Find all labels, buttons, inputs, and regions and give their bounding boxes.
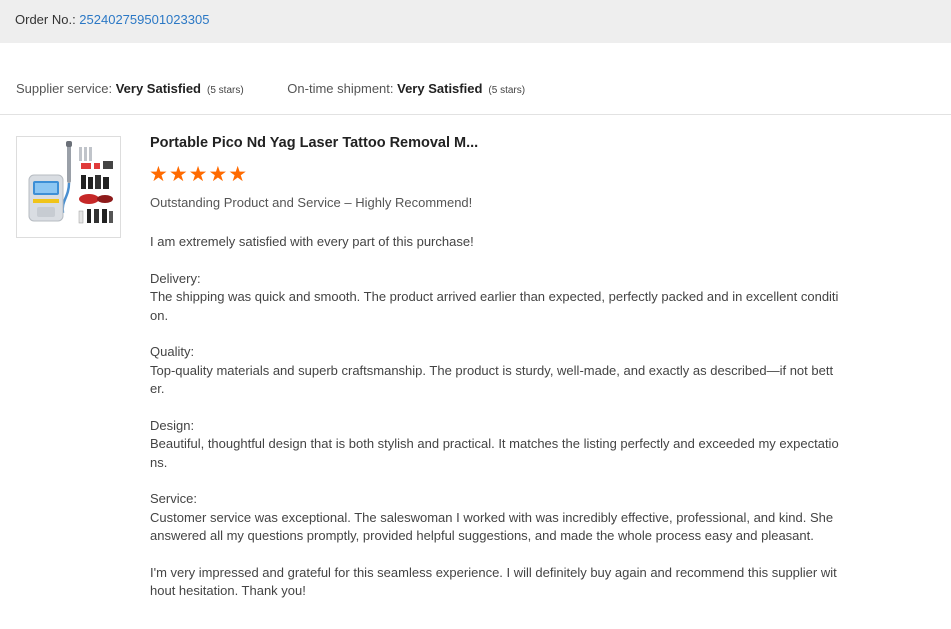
review-closing: I'm very impressed and grateful for this… xyxy=(150,564,837,599)
service-text: Customer service was exceptional. The sa… xyxy=(150,509,834,544)
design-title: Design: xyxy=(150,417,195,433)
review-intro: I am extremely satisfied with every part… xyxy=(150,234,474,249)
review-section-quality: Quality: Top-quality materials and super… xyxy=(150,343,840,399)
supplier-service-value: Very Satisfied xyxy=(115,81,201,96)
delivery-title: Delivery: xyxy=(150,270,201,286)
order-header-bar: Order No.: 252402759501023305 xyxy=(0,0,951,43)
review-section-delivery: Delivery: The shipping was quick and smo… xyxy=(150,270,840,326)
on-time-shipment-stars: (5 stars) xyxy=(488,85,526,96)
review-star-rating: ★★★★★ xyxy=(149,163,249,186)
on-time-shipment-rating: On-time shipment: Very Satisfied (5 stars… xyxy=(287,81,525,96)
order-number-row: Order No.: 252402759501023305 xyxy=(15,12,209,27)
review-section-design: Design: Beautiful, thoughtful design tha… xyxy=(150,417,840,473)
quality-title: Quality: xyxy=(150,344,195,359)
on-time-shipment-value: Very Satisfied xyxy=(397,81,483,96)
quality-text: Top-quality materials and superb craftsm… xyxy=(150,362,834,397)
product-thumbnail[interactable] xyxy=(16,136,121,238)
supplier-rating-summary: Supplier service: Very Satisfied (5 stars… xyxy=(16,81,951,96)
order-number-link[interactable]: 252402759501023305 xyxy=(79,12,209,27)
on-time-shipment-label: On-time shipment: xyxy=(287,81,398,96)
design-text: Beautiful, thoughtful design that is bot… xyxy=(150,436,839,470)
review-body: I am extremely satisfied with every part… xyxy=(150,233,840,619)
supplier-service-label: Supplier service: xyxy=(16,81,116,96)
supplier-service-stars: (5 stars) xyxy=(207,85,244,96)
supplier-service-rating: Supplier service: Very Satisfied (5 stars… xyxy=(16,81,244,96)
delivery-text: The shipping was quick and smooth. The p… xyxy=(150,289,839,323)
review-section-service: Service: Customer service was exceptiona… xyxy=(150,490,840,546)
product-title[interactable]: Portable Pico Nd Yag Laser Tattoo Remova… xyxy=(150,135,478,151)
section-divider xyxy=(0,114,951,115)
laser-machine-product-image xyxy=(28,141,113,224)
review-headline: Outstanding Product and Service – Highly… xyxy=(150,195,473,210)
service-title: Service: xyxy=(150,491,197,506)
order-number-label: Order No.: xyxy=(15,12,80,27)
